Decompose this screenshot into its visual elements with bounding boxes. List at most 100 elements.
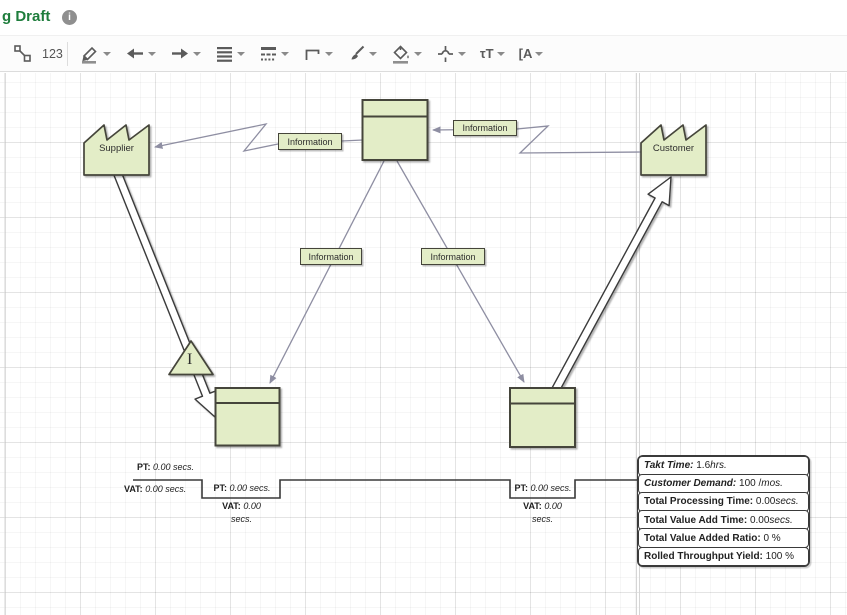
metrics-table[interactable]: Takt Time: 1.6 hrs. Customer Demand: 100… [637,455,810,567]
vat-value: 0.00 secs. [145,484,186,494]
information-label-supplier[interactable]: Information [278,133,342,150]
paint-bucket-icon [391,44,411,64]
elbow-connector-icon [303,44,322,63]
metric-value: 1.6 [696,460,710,471]
metrics-row-total-processing-time[interactable]: Total Processing Time: 0.00 secs. [638,492,809,512]
arrow-left-icon [125,44,145,63]
information-label-text: Information [462,123,507,133]
metric-value: 0 % [763,533,780,544]
metric-label: Rolled Throughput Yield: [644,551,763,562]
waypoints-icon [13,44,32,63]
edge-color-button[interactable] [80,44,111,64]
toolbar-separator [67,42,68,66]
font-size-button[interactable]: τT [480,46,505,61]
pencil-icon [80,44,100,64]
information-label-customer[interactable]: Information [453,120,517,136]
info-arrow-to-process1[interactable] [270,161,384,383]
numbered-items-icon: 123 [42,47,63,61]
metric-value: 0.00 [750,515,769,526]
metric-value: 100 % [766,551,794,562]
metric-label: Total Value Add Time: [644,515,747,526]
dropdown-caret [237,52,245,56]
metrics-row-takt-time[interactable]: Takt Time: 1.6 hrs. [638,456,809,476]
timeline-seg3-pt: PT: 0.00 secs. [506,483,580,493]
document-title: g Draft [2,8,50,25]
information-label-process1[interactable]: Information [300,248,362,265]
metric-label: Total Value Added Ratio: [644,533,761,544]
fill-color-button[interactable] [391,44,422,64]
pt-value: 0.00 secs. [530,483,571,493]
line-jumps-button[interactable] [436,44,466,63]
text-align-icon: [A [519,46,533,61]
metric-unit: mos. [761,478,783,489]
brush-style-button[interactable] [347,44,377,63]
text-align-button[interactable]: [A [519,46,544,61]
info-icon[interactable]: i [62,10,77,25]
diagram-canvas[interactable]: Supplier Customer I Information Informat… [0,73,847,615]
supplier-label: Supplier [84,143,149,154]
dropdown-caret [103,52,111,56]
pt-key: PT: [514,483,528,493]
timeline-seg2-pt: PT: 0.00 secs. [205,483,279,493]
timeline-seg1-vat: VAT: 0.00 secs. [124,484,186,494]
information-label-text: Information [308,252,353,262]
metric-value: 0.00 [756,496,775,507]
line-jump-icon [436,44,455,63]
metric-unit: hrs. [710,460,727,471]
dropdown-caret [458,52,466,56]
vat-key: VAT: [124,484,143,494]
dropdown-caret [414,52,422,56]
dropdown-caret [148,52,156,56]
metric-unit: secs. [769,515,792,526]
information-label-text: Information [430,252,475,262]
metrics-row-customer-demand[interactable]: Customer Demand: 100 / mos. [638,474,809,494]
line-style-button[interactable] [215,44,245,63]
dropdown-caret [193,52,201,56]
metrics-row-total-value-added-ratio[interactable]: Total Value Added Ratio: 0 % [638,528,809,548]
waypoints-button[interactable] [13,44,32,63]
font-size-icon: τT [480,46,494,61]
customer-label: Customer [641,143,706,154]
numbered-items-button[interactable]: 123 [42,47,63,61]
dropdown-caret [281,52,289,56]
line-style-icon [215,44,234,63]
process2-box[interactable] [510,388,575,447]
arrow-right-icon [170,44,190,63]
vat-key: VAT: [222,501,241,511]
timeline-seg2-vat: VAT: 0.00 secs. [214,500,269,525]
pt-key: PT: [213,483,227,493]
pt-key: PT: [137,462,151,472]
shipment-arrow-supplier-to-process1[interactable] [113,171,217,418]
arrow-end-button[interactable] [170,44,201,63]
brush-icon [347,44,366,63]
dashed-lines-icon [259,44,278,63]
inventory-label: I [187,351,192,369]
production-control-box[interactable] [363,100,428,160]
shipment-arrow-process2-to-customer[interactable] [553,177,672,391]
metric-label: Takt Time: [644,460,693,471]
timeline-seg3-vat: VAT: 0.00 secs. [515,500,570,525]
pt-value: 0.00 secs. [153,462,194,472]
dropdown-caret [535,52,543,56]
vat-key: VAT: [523,501,542,511]
title-bar: g Draft i [0,0,847,35]
metric-unit: secs. [775,496,798,507]
info-icon-glyph: i [68,12,71,23]
dropdown-caret [497,52,505,56]
arrow-start-button[interactable] [125,44,156,63]
waypoint-style-button[interactable] [259,44,289,63]
metrics-row-rolled-throughput-yield[interactable]: Rolled Throughput Yield: 100 % [638,547,809,567]
metrics-row-total-value-add-time[interactable]: Total Value Add Time: 0.00 secs. [638,510,809,530]
process1-box[interactable] [216,388,280,446]
timeline-seg1-pt: PT: 0.00 secs. [137,462,194,472]
information-label-text: Information [287,137,332,147]
info-arrow-to-process2[interactable] [397,161,524,382]
dropdown-caret [369,52,377,56]
metric-label: Total Processing Time: [644,496,753,507]
format-toolbar: 123 [0,35,847,72]
pt-value: 0.00 secs. [229,483,270,493]
dropdown-caret [325,52,333,56]
connector-style-button[interactable] [303,44,333,63]
information-label-process2[interactable]: Information [421,248,485,265]
metric-value: 100 / [739,478,761,489]
